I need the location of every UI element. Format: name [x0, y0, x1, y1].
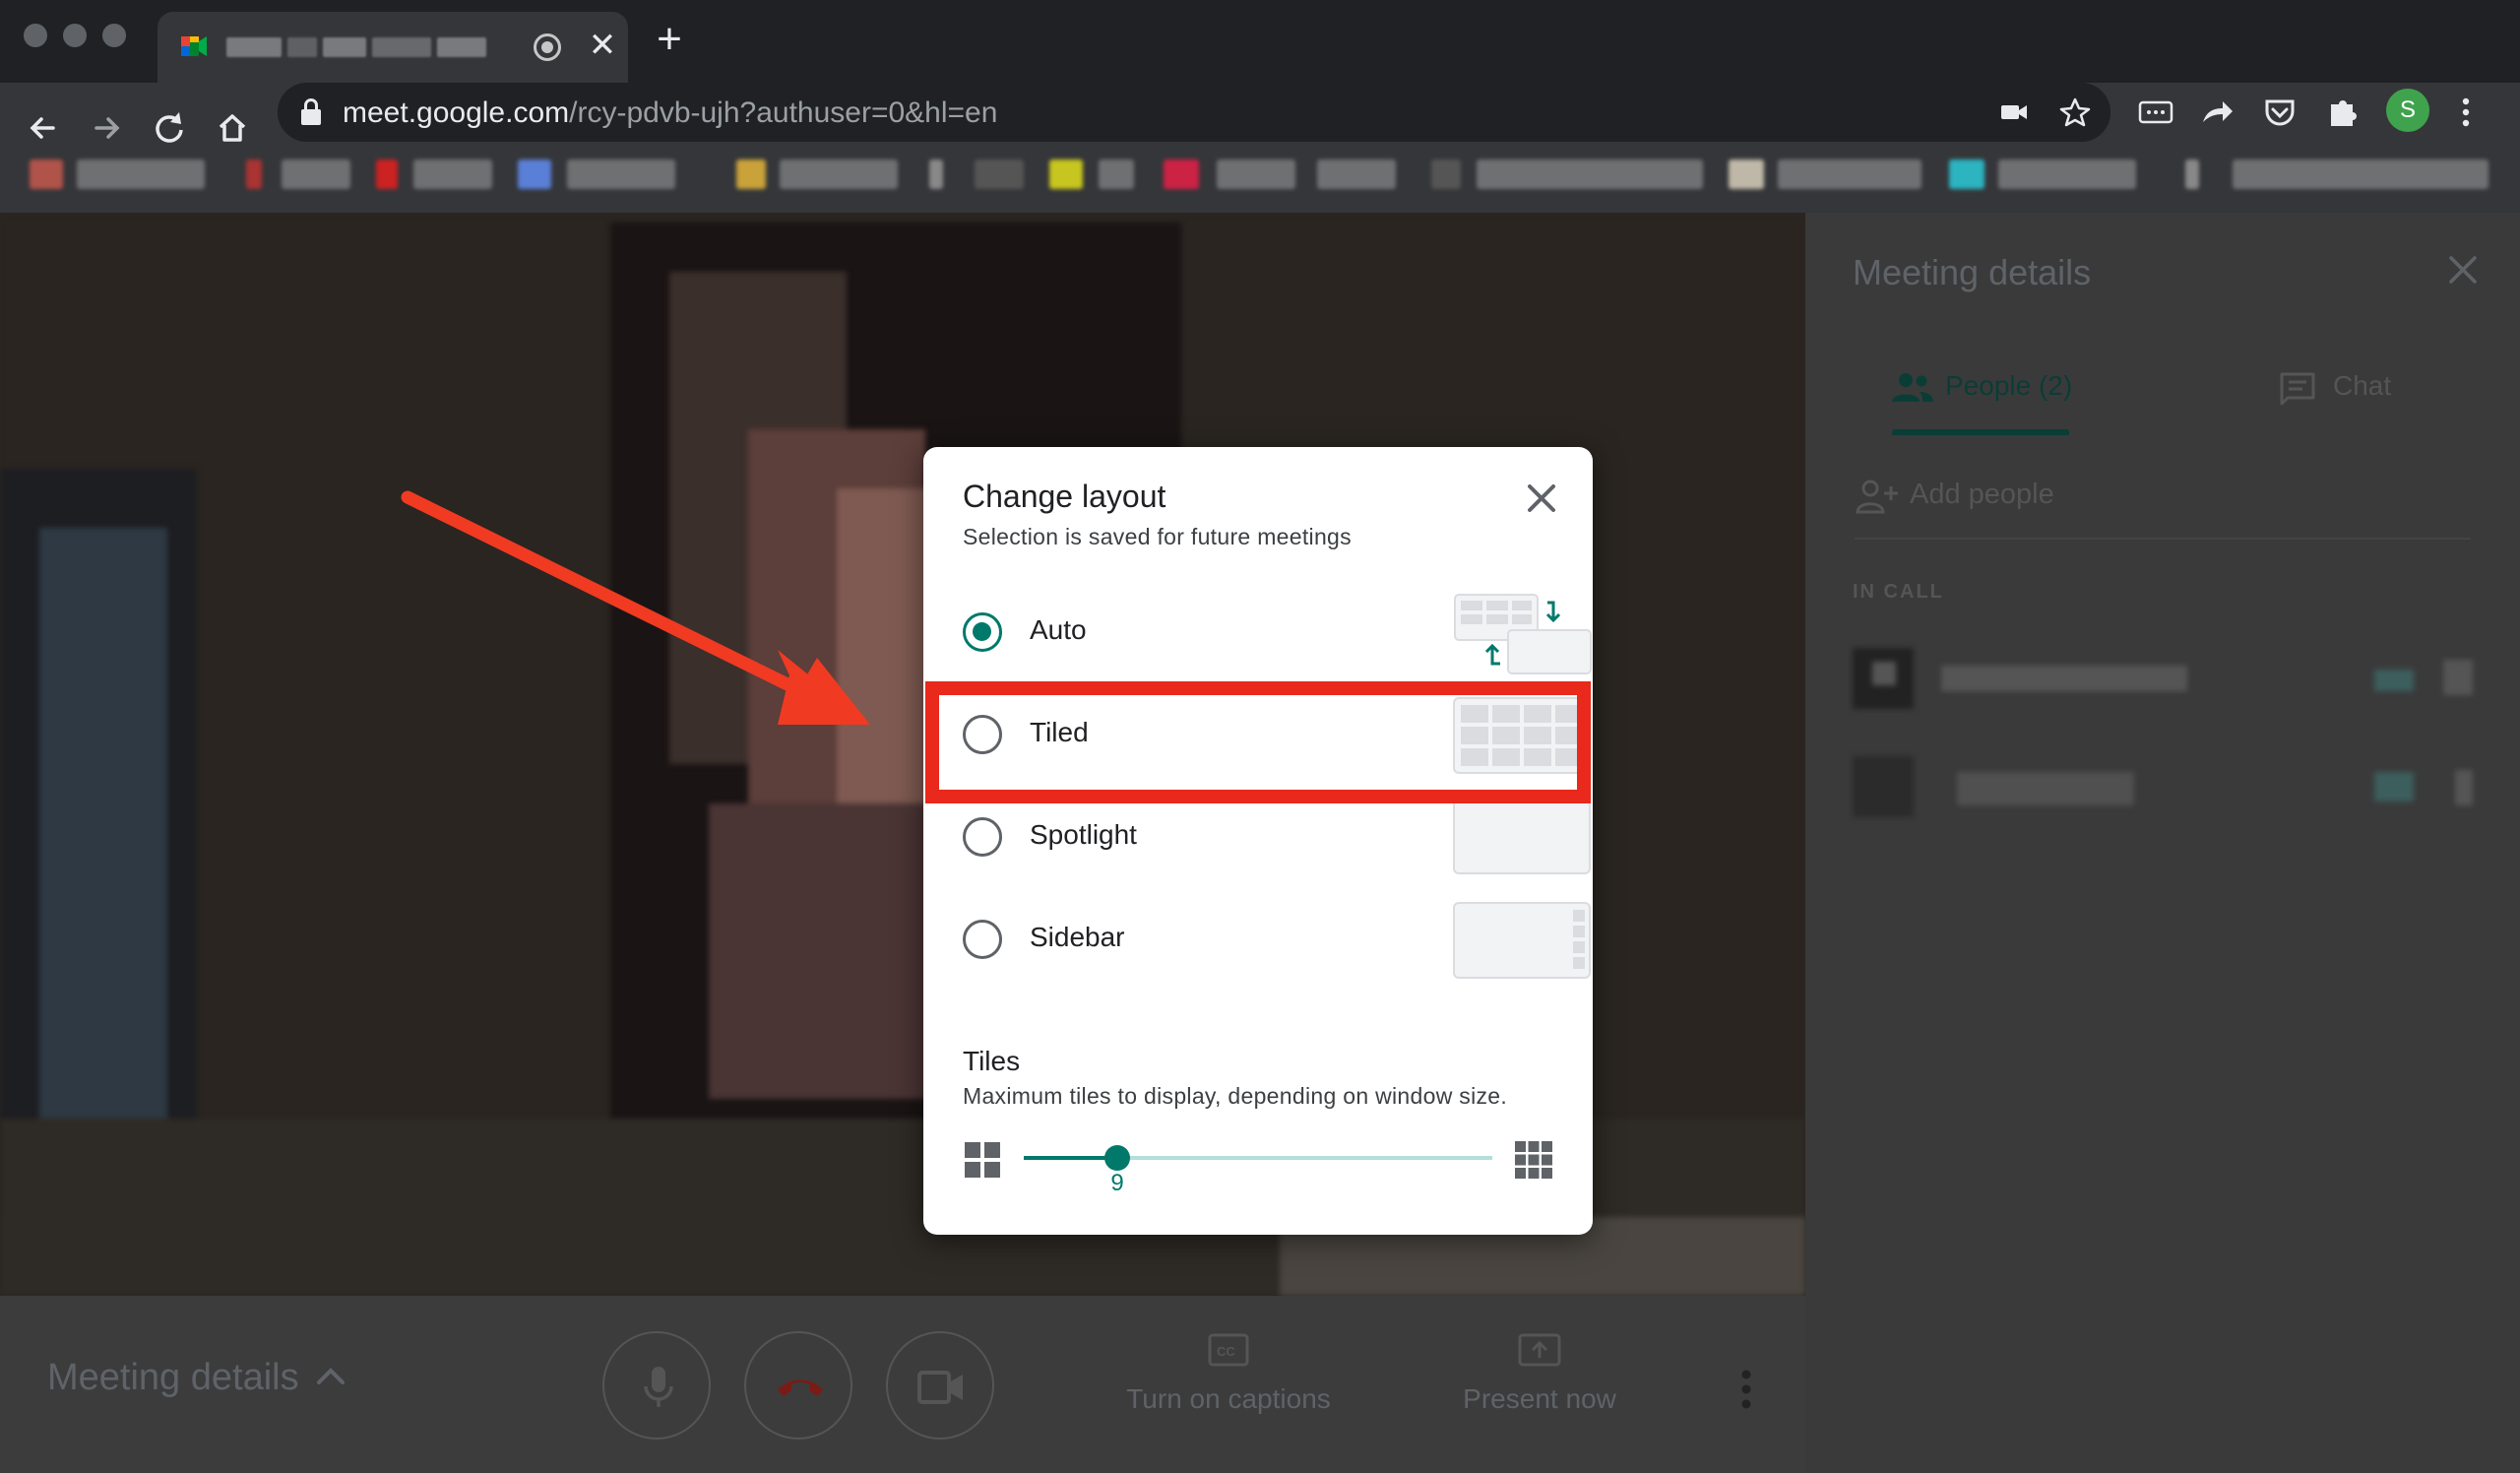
profile-avatar[interactable]: S [2386, 89, 2429, 132]
tiles-slider[interactable] [1024, 1145, 1492, 1171]
radio-spotlight[interactable] [963, 817, 1002, 857]
present-now-label: Present now [1463, 1383, 1616, 1414]
present-screen-icon [1518, 1333, 1561, 1367]
hang-up-icon [778, 1379, 823, 1396]
tab-close-icon[interactable]: ✕ [583, 26, 622, 65]
active-tab-indicator [1892, 429, 2069, 435]
puzzle-icon[interactable] [2323, 93, 2362, 132]
radio-sidebar[interactable] [963, 920, 1002, 959]
sidebar-layout-thumbnail-icon [1453, 902, 1591, 979]
meeting-details-panel: Meeting details People (2) Chat Add peop… [1805, 213, 2520, 1473]
change-layout-dialog: Change layout Selection is saved for fut… [923, 447, 1593, 1235]
tab-chat-label: Chat [2333, 370, 2392, 401]
tiles-slider-handle[interactable] [1104, 1145, 1130, 1171]
back-icon[interactable] [20, 104, 67, 152]
browser-tab-bar: ✕ + [0, 0, 2520, 83]
captions-icon: CC [1208, 1333, 1249, 1367]
spotlight-layout-thumbnail-icon [1453, 800, 1591, 874]
home-icon[interactable] [209, 104, 256, 152]
tiles-heading: Tiles [963, 1046, 1021, 1076]
tiles-slider-value: 9 [1110, 1170, 1124, 1196]
option-label-auto: Auto [1030, 614, 1087, 645]
panel-close-icon[interactable] [2443, 250, 2483, 289]
layout-option-sidebar[interactable]: Sidebar [963, 900, 1591, 979]
few-tiles-icon [965, 1142, 1000, 1178]
minimize-window-button[interactable] [63, 24, 87, 47]
tab-chat[interactable]: Chat [2278, 352, 2416, 423]
new-tab-button[interactable]: + [650, 18, 689, 61]
chevron-up-icon[interactable] [313, 1359, 348, 1394]
share-icon[interactable] [2197, 93, 2236, 132]
panel-divider [1855, 538, 2471, 540]
lock-icon[interactable] [301, 98, 321, 126]
many-tiles-icon [1515, 1141, 1552, 1179]
radio-auto[interactable] [963, 612, 1002, 652]
captions-button[interactable]: CC Turn on captions [1120, 1331, 1337, 1415]
captions-label: Turn on captions [1126, 1383, 1331, 1414]
auto-layout-thumbnail-icon [1454, 594, 1592, 674]
camera-button[interactable] [886, 1331, 994, 1440]
microphone-icon [644, 1367, 673, 1407]
chat-icon [2280, 372, 2315, 406]
add-people-label: Add people [1910, 479, 2054, 510]
option-label-sidebar: Sidebar [1030, 922, 1125, 952]
pocket-icon[interactable] [2260, 93, 2300, 132]
dialog-title: Change layout [963, 479, 1166, 514]
layout-option-spotlight[interactable]: Spotlight [963, 798, 1591, 876]
close-window-button[interactable] [24, 24, 47, 47]
address-bar-field[interactable]: meet.google.com/rcy-pdvb-ujh?authuser=0&… [278, 83, 2110, 142]
zoom-window-button[interactable] [102, 24, 126, 47]
tab-people-label: People (2) [1945, 370, 2073, 401]
tiled-highlight-box [925, 681, 1591, 803]
participant-row-redacted[interactable] [1853, 642, 2483, 711]
microphone-button[interactable] [602, 1331, 711, 1440]
add-person-icon [1856, 480, 1898, 514]
tiles-description: Maximum tiles to display, depending on w… [963, 1083, 1508, 1109]
tab-title-redacted [226, 33, 620, 61]
panel-title: Meeting details [1853, 252, 2092, 292]
more-options-icon[interactable] [1736, 1365, 1756, 1414]
browser-tab[interactable]: ✕ [158, 12, 628, 83]
tiles-slider-fill [1024, 1156, 1117, 1160]
participant-row-redacted[interactable] [1853, 752, 2483, 821]
star-icon[interactable] [2057, 95, 2093, 130]
camera-icon[interactable] [1996, 95, 2032, 130]
video-camera-icon [917, 1371, 963, 1404]
more-ext-icon[interactable] [2136, 93, 2175, 132]
forward-icon[interactable] [83, 104, 130, 152]
tab-recording-icon [534, 33, 561, 61]
svg-text:CC: CC [1217, 1344, 1235, 1359]
reload-icon[interactable] [146, 104, 193, 152]
bookmarks-bar-redacted [0, 154, 2520, 201]
option-label-spotlight: Spotlight [1030, 819, 1137, 850]
meeting-details-button[interactable]: Meeting details [47, 1357, 299, 1399]
menu-icon[interactable] [2451, 93, 2481, 132]
url-text: meet.google.com/rcy-pdvb-ujh?authuser=0&… [343, 96, 998, 129]
present-now-button[interactable]: Present now [1453, 1331, 1626, 1415]
dialog-close-icon[interactable] [1518, 475, 1565, 522]
layout-option-auto[interactable]: Auto [963, 593, 1592, 674]
dialog-subtitle: Selection is saved for future meetings [963, 524, 1352, 549]
meeting-controls-bar: Meeting details CC Turn on captions Pres [0, 1296, 1805, 1473]
meet-favicon-icon [181, 36, 207, 56]
tab-people[interactable]: People (2) [1890, 352, 2087, 423]
people-icon [1892, 373, 1933, 402]
in-call-heading: IN CALL [1853, 581, 1944, 603]
leave-call-button[interactable] [744, 1331, 852, 1440]
